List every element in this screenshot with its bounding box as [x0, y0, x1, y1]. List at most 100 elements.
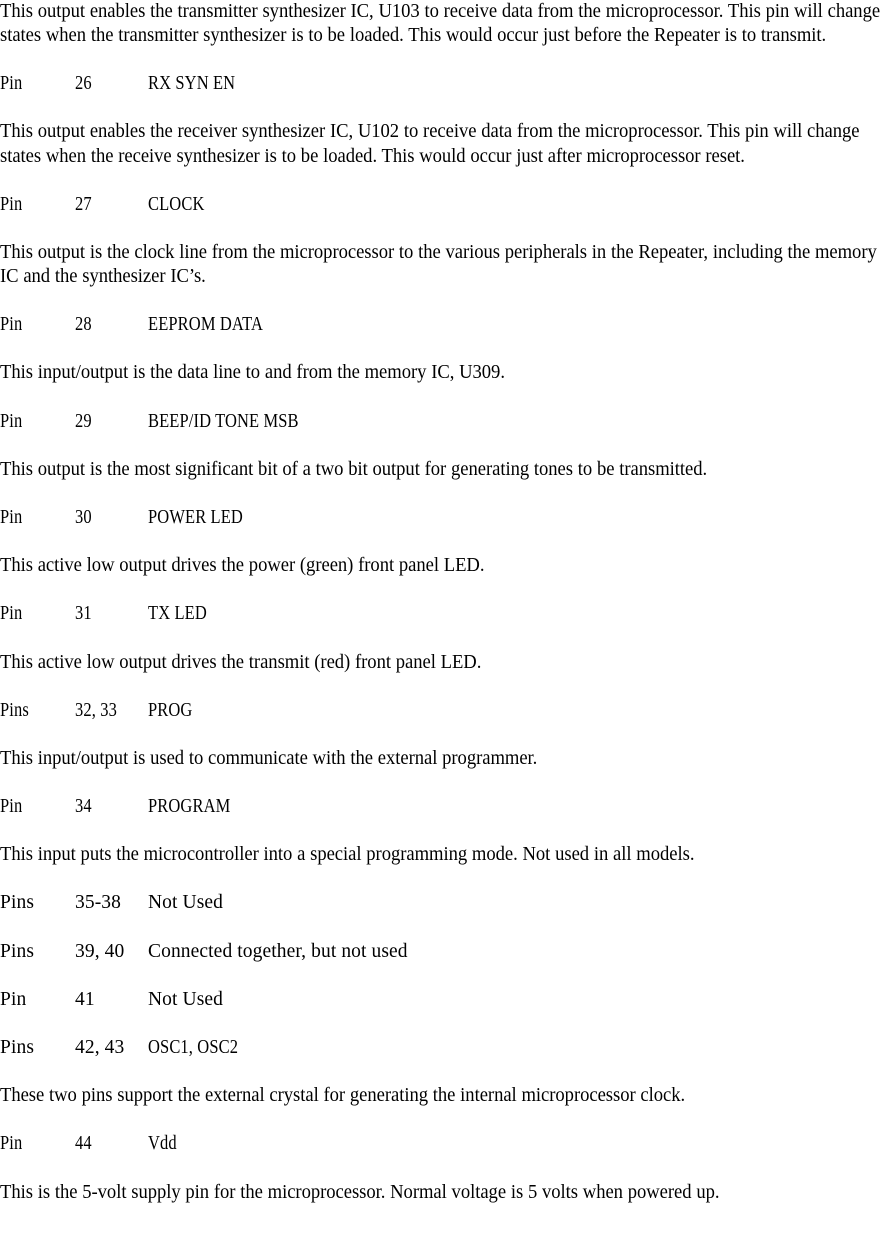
pin-label: Pins	[0, 1036, 34, 1060]
pin-signal-name: PROGRAM	[148, 795, 246, 819]
pin-number: 41	[75, 988, 95, 1012]
pin-signal-name: TX LED	[148, 602, 218, 626]
pin-row-29: Pin 29 BEEP/ID TONE MSB	[0, 410, 890, 434]
pin-number: 30	[75, 506, 95, 530]
pin-label: Pin	[0, 313, 26, 337]
pin-number: 32, 33	[75, 699, 125, 723]
pin-number-text: 32, 33	[75, 699, 117, 721]
pin-number: 34	[75, 795, 95, 819]
pin-row-41: Pin 41 Not Used	[0, 988, 890, 1012]
pin-number: 28	[75, 313, 95, 337]
pin-number-text: 31	[75, 603, 92, 625]
pin-label-text: Pins	[0, 699, 29, 721]
pin-number-text: 39, 40	[75, 940, 125, 962]
pin-signal-name-text: PROGRAM	[148, 796, 231, 818]
document-text-body: This output enables the transmitter synt…	[0, 0, 890, 1205]
pin-row-26: Pin 26 RX SYN EN	[0, 72, 890, 96]
pin-label: Pins	[0, 940, 34, 964]
pin-label-text: Pin	[0, 193, 23, 215]
pin-number-text: 30	[75, 506, 92, 528]
pin-signal-name: EEPROM DATA	[148, 313, 284, 337]
pin-signal-name: RX SYN EN	[148, 72, 251, 96]
pin-signal-name-text: CLOCK	[148, 193, 205, 215]
pin-signal-name-text: Not Used	[148, 892, 224, 914]
pin-signal-name: CLOCK	[148, 193, 215, 217]
pin-label: Pin	[0, 193, 26, 217]
pin-row-39-40: Pins 39, 40 Connected together, but not us…	[0, 940, 890, 964]
paragraph-pin-44-description: This is the 5-volt supply pin for the mi…	[0, 1181, 720, 1203]
pin-label-text: Pin	[0, 603, 23, 625]
pin-signal-name-text: RX SYN EN	[148, 73, 236, 95]
pin-number: 26	[75, 72, 95, 96]
pin-label-text: Pins	[0, 940, 35, 962]
pin-label-text: Pin	[0, 410, 23, 432]
pin-signal-name-text: Connected together, but not used	[148, 940, 408, 962]
pin-label-text: Pin	[0, 796, 23, 818]
pin-number: 39, 40	[75, 940, 124, 964]
pin-row-35-38: Pins 35-38 Not Used	[0, 891, 890, 915]
pin-signal-name: Not Used	[148, 988, 223, 1012]
pin-number: 35-38	[75, 891, 121, 915]
pin-label: Pin	[0, 602, 26, 626]
pin-number: 42, 43	[75, 1036, 124, 1060]
pin-row-44: Pin 44 Vdd	[0, 1132, 890, 1156]
pin-signal-name-text: BEEP/ID TONE MSB	[148, 410, 299, 432]
pin-signal-name: Vdd	[148, 1132, 182, 1156]
pin-signal-name-text: Not Used	[148, 988, 224, 1010]
pin-label: Pin	[0, 72, 26, 96]
paragraph-pin-30-description: This active low output drives the power …	[0, 555, 485, 577]
pin-label: Pins	[0, 699, 34, 723]
paragraph-pin-28-description: This input/output is the data line to an…	[0, 362, 505, 384]
paragraph-pin-31-description: This active low output drives the transm…	[0, 651, 482, 673]
pin-label: Pin	[0, 506, 26, 530]
pin-label: Pin	[0, 988, 26, 1012]
pin-label: Pin	[0, 795, 26, 819]
pin-row-42-43: Pins 42, 43 OSC1, OSC2	[0, 1036, 890, 1060]
pin-number-text: 27	[75, 193, 92, 215]
pin-row-28: Pin 28 EEPROM DATA	[0, 313, 890, 337]
pin-row-31: Pin 31 TX LED	[0, 602, 890, 626]
pin-row-27: Pin 27 CLOCK	[0, 193, 890, 217]
pin-signal-name-text: PROG	[148, 699, 193, 721]
pin-number-text: 44	[75, 1133, 92, 1155]
pin-signal-name: BEEP/ID TONE MSB	[148, 410, 326, 434]
pin-signal-name: PROG	[148, 699, 201, 723]
pin-row-32-33: Pins 32, 33 PROG	[0, 699, 890, 723]
pin-number-text: 26	[75, 73, 92, 95]
pin-row-34: Pin 34 PROGRAM	[0, 795, 890, 819]
pin-number-text: 28	[75, 314, 92, 336]
pin-label-text: Pin	[0, 988, 27, 1010]
pin-number: 29	[75, 410, 95, 434]
pin-row-30: Pin 30 POWER LED	[0, 506, 890, 530]
pin-label-text: Pins	[0, 892, 35, 914]
paragraph-pin-29-description: This output is the most significant bit …	[0, 458, 708, 480]
pin-signal-name-text: TX LED	[148, 603, 207, 625]
pin-label: Pins	[0, 891, 34, 915]
pin-label: Pin	[0, 1132, 26, 1156]
pin-signal-name: Connected together, but not used	[148, 940, 408, 964]
pin-signal-name-text: POWER LED	[148, 506, 243, 528]
pin-number-text: 41	[75, 988, 95, 1010]
pin-label-text: Pin	[0, 506, 23, 528]
pin-label-text: Pin	[0, 1133, 23, 1155]
